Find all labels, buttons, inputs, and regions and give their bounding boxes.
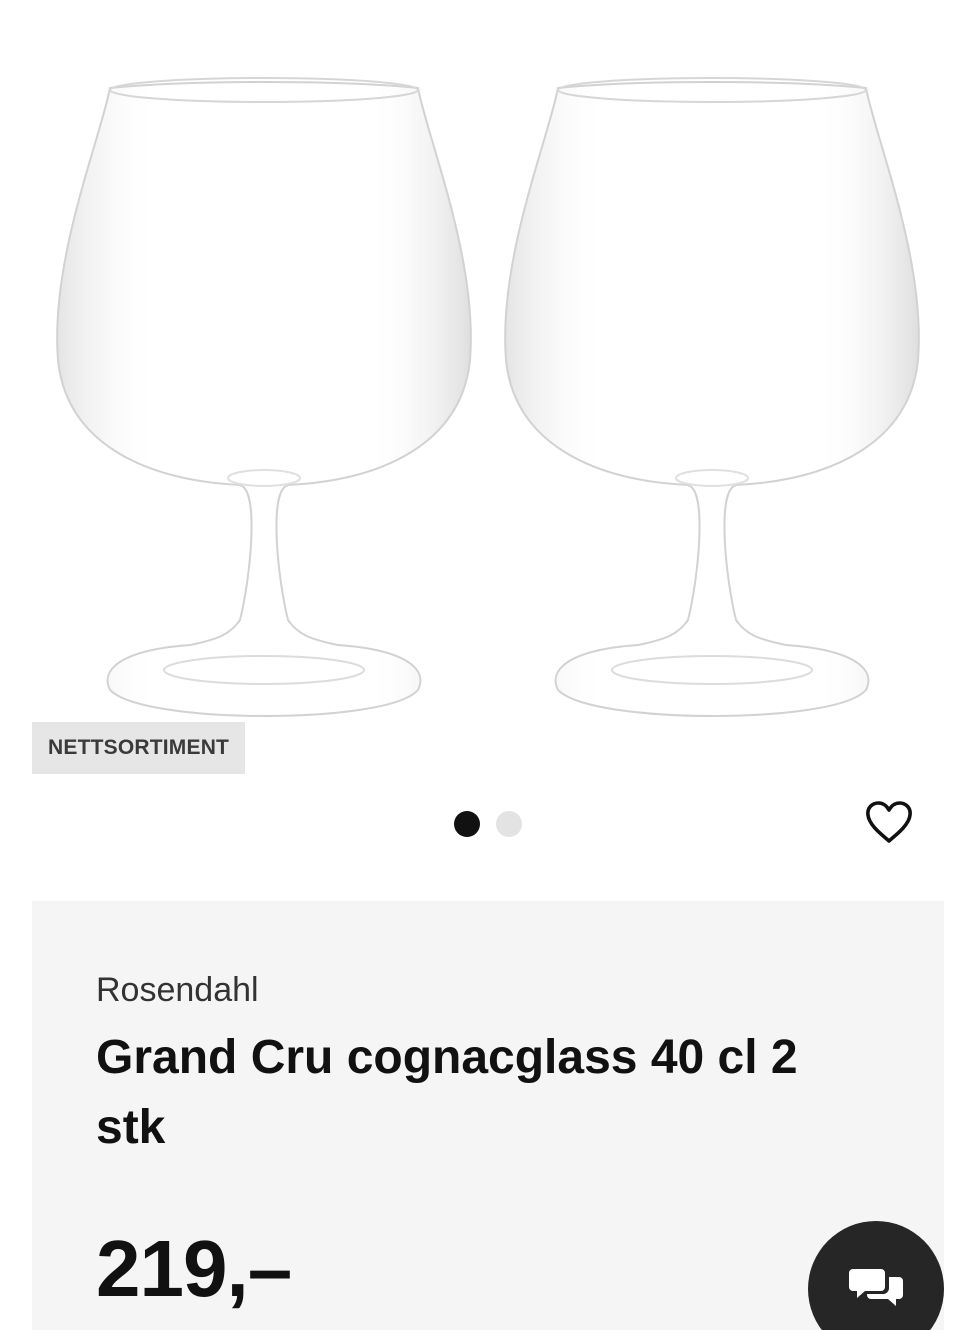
glass-left	[56, 77, 472, 718]
chat-bubbles-icon	[849, 1269, 903, 1306]
nettsortiment-badge: NETTSORTIMENT	[32, 722, 246, 774]
heart-outline-icon	[866, 801, 912, 843]
carousel-dot-2[interactable]	[496, 811, 522, 837]
favorite-button[interactable]	[860, 793, 918, 851]
carousel-dots	[454, 811, 522, 837]
product-info-card: Rosendahl Grand Cru cognacglass 40 cl 2 …	[32, 901, 944, 1330]
product-title: Grand Cru cognacglass 40 cl 2 stk	[96, 1031, 798, 1154]
carousel-dot-1[interactable]	[454, 811, 480, 837]
product-price: 219,–	[96, 1224, 292, 1313]
product-brand[interactable]: Rosendahl	[96, 971, 259, 1010]
glass-right	[504, 77, 920, 718]
product-gallery[interactable]: NETTSORTIMENT	[0, 0, 960, 860]
product-image	[56, 77, 920, 718]
